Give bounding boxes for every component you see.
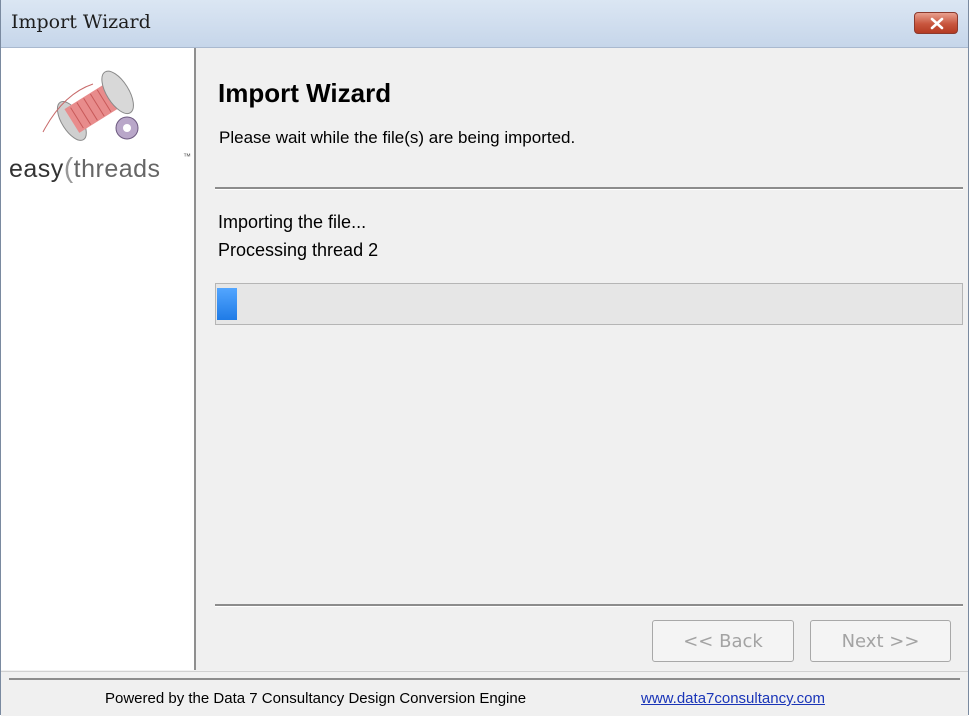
- page-subheading: Please wait while the file(s) are being …: [219, 128, 576, 147]
- close-icon: [930, 17, 944, 30]
- wizard-content: Import Wizard Please wait while the file…: [196, 48, 968, 670]
- page-heading: Import Wizard: [218, 78, 392, 108]
- status-line-import: Importing the file...: [218, 212, 367, 232]
- close-button[interactable]: [914, 12, 958, 34]
- easythreads-logo: easy(threads ™: [3, 54, 193, 194]
- back-button[interactable]: << Back: [652, 620, 794, 662]
- consultancy-link[interactable]: www.data7consultancy.com: [641, 690, 825, 707]
- window-title: Import Wizard: [11, 11, 151, 33]
- logo-word-easy: easy: [9, 155, 64, 183]
- header-divider: [215, 187, 963, 190]
- logo-word-threads: threads: [73, 155, 161, 183]
- footer-rule: [9, 678, 960, 680]
- wizard-footer: Powered by the Data 7 Consultancy Design…: [1, 671, 968, 716]
- thread-spool-logo-icon: [42, 70, 139, 141]
- import-progress-bar: [215, 283, 963, 325]
- import-wizard-window: Import Wizard easy(threads ™ Import Wiza…: [0, 0, 969, 716]
- footer-divider: [215, 604, 963, 607]
- wizard-sidebar: easy(threads ™: [1, 48, 196, 670]
- logo-wordmark: easy(threads: [9, 152, 161, 183]
- title-bar[interactable]: Import Wizard: [1, 0, 968, 48]
- progress-bar-fill: [217, 288, 237, 320]
- logo-trademark: ™: [183, 152, 191, 161]
- status-line-thread: Processing thread 2: [218, 240, 379, 260]
- next-button[interactable]: Next >>: [810, 620, 951, 662]
- powered-by-text: Powered by the Data 7 Consultancy Design…: [105, 690, 527, 707]
